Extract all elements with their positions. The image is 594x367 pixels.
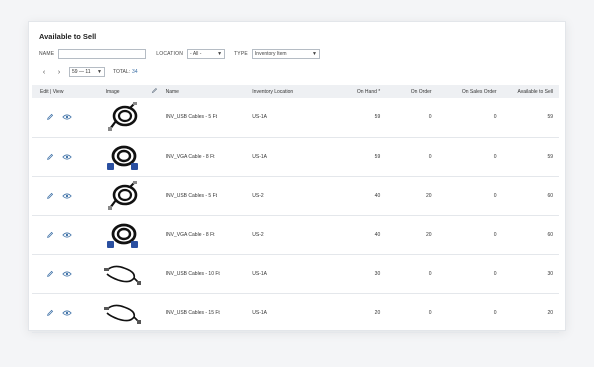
cell-on-order: 20 (426, 192, 432, 199)
cell-on-order: 0 (428, 309, 432, 316)
col-image-label: Image (105, 88, 120, 95)
cell-on-sales-order: 0 (493, 231, 497, 238)
cell-location: US-1A (252, 153, 268, 160)
cell-available: 59 (547, 114, 553, 121)
chevron-down-icon: ▼ (311, 51, 317, 57)
col-available[interactable]: Available to Sell (503, 85, 559, 98)
cell-name: INV_USB Cables - 15 Ft (165, 309, 220, 316)
col-edit-view: Edit | View (40, 88, 64, 95)
view-eye-icon[interactable] (62, 113, 72, 121)
cell-on-hand: 40 (374, 231, 381, 238)
col-name[interactable]: Name (162, 85, 249, 98)
cell-on-hand: 59 (374, 153, 381, 160)
cell-name: INV_USB Cables - 5 Ft (165, 114, 218, 121)
cell-on-sales-order: 0 (493, 270, 497, 277)
col-image: Image (92, 85, 162, 98)
location-filter-label: LOCATION (156, 51, 184, 57)
usb-cable-image (103, 259, 142, 289)
col-location[interactable]: Inventory Location (248, 85, 331, 98)
col-on-order[interactable]: On Order (386, 85, 437, 98)
cell-location: US-2 (252, 231, 264, 238)
vga-cable-image (104, 142, 142, 172)
pagination: ‹ › 59 — 11 ▼ TOTAL: 34 (39, 67, 138, 77)
page-range-select[interactable]: 59 — 11 ▼ (69, 67, 105, 77)
cell-available: 30 (547, 270, 553, 277)
edit-pencil-icon[interactable] (46, 231, 54, 239)
cell-location: US-2 (252, 192, 264, 199)
cell-on-sales-order: 0 (493, 153, 497, 160)
cell-on-hand: 30 (374, 270, 381, 277)
type-select[interactable]: Inventory Item ▼ (251, 49, 320, 59)
usb-cable-image (104, 102, 142, 132)
table-row: INV_VGA Cable - 8 Ft US-2 40 20 0 60 (32, 215, 559, 254)
total-label: TOTAL: (113, 69, 131, 75)
chevron-down-icon: ▼ (97, 69, 102, 75)
edit-pencil-icon[interactable] (46, 153, 54, 161)
cell-name: INV_USB Cables - 5 Ft (165, 192, 218, 199)
cell-on-order: 0 (428, 153, 432, 160)
table-row: INV_USB Cables - 15 Ft US-1A 20 0 0 20 (32, 293, 559, 332)
cell-name: INV_VGA Cable - 8 Ft (165, 231, 215, 238)
location-select[interactable]: - All - ▼ (187, 49, 226, 59)
cell-available: 59 (547, 153, 553, 160)
edit-pencil-icon[interactable] (46, 309, 54, 317)
cell-available: 60 (547, 231, 553, 238)
cell-on-order: 0 (428, 114, 432, 121)
name-filter-label: NAME (39, 51, 55, 57)
prev-page-button[interactable]: ‹ (39, 69, 49, 76)
edit-pencil-icon[interactable] (46, 113, 54, 121)
cell-on-hand: 20 (374, 309, 381, 316)
available-to-sell-panel: Available to Sell NAME LOCATION - All - … (28, 21, 566, 333)
view-eye-icon[interactable] (62, 270, 72, 278)
usb-cable-image (104, 180, 142, 211)
view-eye-icon[interactable] (62, 231, 72, 239)
cell-on-hand: 40 (374, 192, 381, 199)
col-on-hand[interactable]: On Hand * (331, 85, 386, 98)
cell-on-sales-order: 0 (493, 309, 497, 316)
total-count: 34 (132, 69, 138, 75)
location-select-value: - All - (190, 51, 202, 57)
panel-title: Available to Sell (39, 32, 97, 41)
cell-on-order: 0 (428, 270, 432, 277)
type-select-value: Inventory Item (254, 51, 287, 57)
type-filter-label: TYPE (234, 51, 248, 57)
cell-available: 20 (547, 309, 553, 316)
next-page-button[interactable]: › (54, 69, 64, 76)
vga-cable-image (104, 220, 142, 250)
cell-location: US-1A (252, 309, 268, 316)
cell-name: INV_VGA Cable - 8 Ft (165, 153, 215, 160)
cell-on-order: 20 (426, 231, 432, 238)
chevron-down-icon: ▼ (217, 51, 223, 57)
table-row: INV_USB Cables - 5 Ft US-1A 59 0 0 59 (32, 98, 559, 137)
cell-name: INV_USB Cables - 10 Ft (165, 270, 220, 277)
cell-on-sales-order: 0 (493, 114, 497, 121)
edit-pencil-icon[interactable] (46, 270, 54, 278)
view-eye-icon[interactable] (62, 192, 72, 200)
table-row: INV_USB Cables - 5 Ft US-2 40 20 0 60 (32, 176, 559, 215)
table-header-row: Edit | View Image Name Inventory Locatio… (32, 85, 559, 98)
page-range-value: 59 — 11 (72, 69, 91, 75)
view-eye-icon[interactable] (62, 153, 72, 161)
filter-bar: NAME LOCATION - All - ▼ TYPE Inventory I… (39, 49, 320, 59)
cell-location: US-1A (252, 114, 268, 121)
usb-cable-image (103, 298, 142, 328)
view-eye-icon[interactable] (62, 309, 72, 317)
table-row: INV_VGA Cable - 8 Ft US-1A 59 0 0 59 (32, 137, 559, 176)
col-on-sales-order[interactable]: On Sales Order (438, 85, 503, 98)
cell-available: 60 (547, 192, 553, 199)
cell-on-sales-order: 0 (493, 192, 497, 199)
name-filter-input[interactable] (58, 49, 147, 59)
cell-on-hand: 59 (374, 114, 381, 121)
pencil-icon[interactable] (151, 87, 158, 96)
table-row: INV_USB Cables - 10 Ft US-1A 30 0 0 30 (32, 254, 559, 293)
inventory-table: Edit | View Image Name Inventory Locatio… (32, 85, 559, 333)
cell-location: US-1A (252, 270, 268, 277)
edit-pencil-icon[interactable] (46, 192, 54, 200)
